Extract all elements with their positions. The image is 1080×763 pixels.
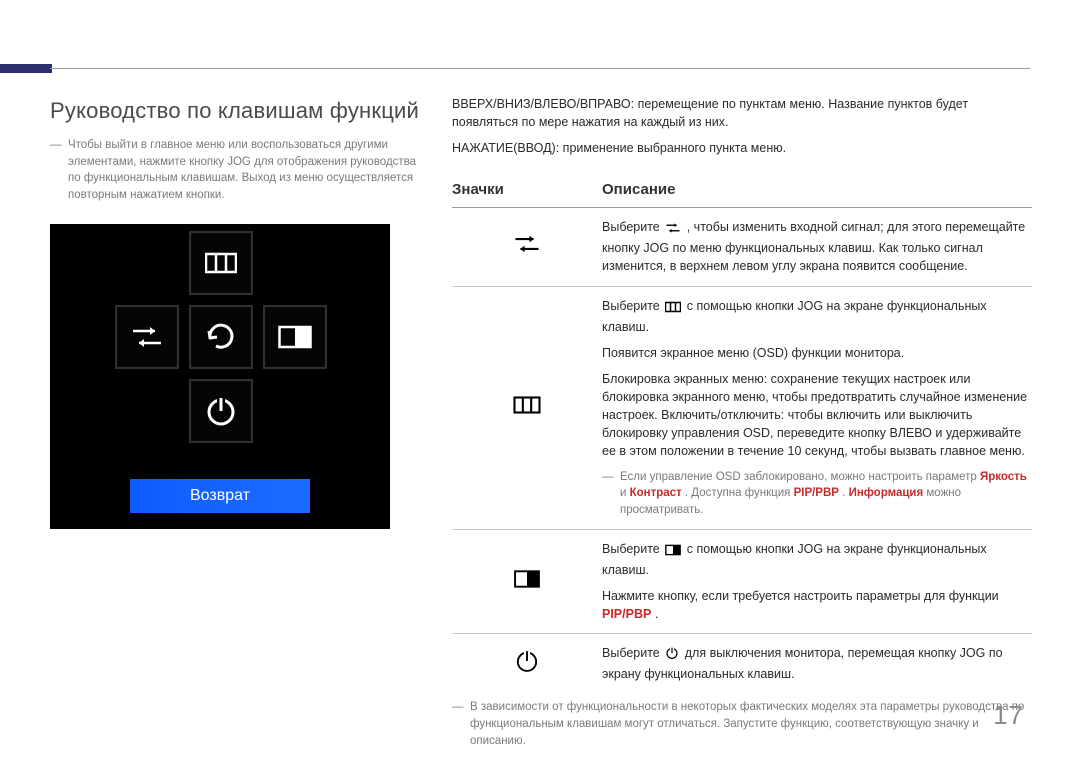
enter-description: НАЖАТИЕ(ВВОД): применение выбранного пун…: [452, 139, 1032, 157]
intro-note: Чтобы выйти в главное меню или воспользо…: [50, 137, 420, 204]
text: Выберите: [602, 646, 663, 660]
right-column: ВВЕРХ/ВНИЗ/ВЛЕВО/ВПРАВО: перемещение по …: [452, 95, 1032, 749]
osd-return-bar[interactable]: Возврат: [130, 479, 310, 513]
power-icon: [514, 648, 540, 679]
col-header-desc: Описание: [602, 179, 1032, 201]
row-source-desc: Выберите , чтобы изменить входной сигнал…: [602, 218, 1032, 275]
col-header-icon: Значки: [452, 179, 602, 201]
table-header: Значки Описание: [452, 173, 1032, 208]
source-icon-inline: [665, 221, 681, 239]
return-icon: [204, 320, 238, 354]
osd-cell-source[interactable]: [115, 305, 179, 369]
row-power-desc: Выберите для выключения монитора, переме…: [602, 644, 1032, 683]
osd-return-label: Возврат: [190, 484, 250, 507]
text: .: [655, 607, 658, 621]
source-icon: [130, 324, 164, 350]
text: Выберите: [602, 220, 663, 234]
row-pip-icon-cell: [452, 569, 602, 594]
icon-table: Значки Описание: [452, 173, 1032, 693]
left-column: Руководство по клавишам функций Чтобы вы…: [50, 95, 420, 529]
menu-icon-inline: [665, 300, 681, 318]
top-rule: [50, 68, 1030, 69]
page-title: Руководство по клавишам функций: [50, 95, 420, 127]
text-brightness: Яркость: [980, 471, 1027, 483]
menu-icon: [205, 251, 237, 275]
text: Блокировка экранных меню: сохранение тек…: [602, 370, 1032, 461]
row-source: Выберите , чтобы изменить входной сигнал…: [452, 208, 1032, 286]
text: и: [620, 487, 630, 499]
accent-bar: [0, 64, 52, 73]
text: . Доступна функция: [685, 487, 794, 499]
text-contrast: Контраст: [630, 487, 682, 499]
nav-description: ВВЕРХ/ВНИЗ/ВЛЕВО/ВПРАВО: перемещение по …: [452, 95, 1032, 131]
text: Появится экранное меню (OSD) функции мон…: [602, 344, 1032, 362]
text: Если управление OSD заблокировано, можно…: [620, 471, 980, 483]
row-source-icon-cell: [452, 233, 602, 260]
text-pip: PIP/PBP: [794, 487, 839, 499]
row-menu-icon-cell: [452, 395, 602, 420]
pip-icon-inline: [665, 543, 681, 561]
row-menu-desc: Выберите с помощью кнопки JOG на экране …: [602, 297, 1032, 519]
page-number: 17: [993, 697, 1024, 735]
osd-cell-return[interactable]: [189, 305, 253, 369]
text-pip: PIP/PBP: [602, 607, 651, 621]
row-power: Выберите для выключения монитора, переме…: [452, 634, 1032, 693]
pip-icon: [278, 324, 312, 350]
power-icon: [204, 394, 238, 428]
osd-cell-pip[interactable]: [263, 305, 327, 369]
row-pip: Выберите с помощью кнопки JOG на экране …: [452, 530, 1032, 635]
row-pip-desc: Выберите с помощью кнопки JOG на экране …: [602, 540, 1032, 624]
osd-panel: Возврат: [50, 224, 390, 529]
text: Выберите: [602, 542, 663, 556]
row-menu: Выберите с помощью кнопки JOG на экране …: [452, 287, 1032, 530]
footer-note: В зависимости от функциональности в неко…: [452, 699, 1032, 749]
osd-cell-menu[interactable]: [189, 231, 253, 295]
source-icon: [513, 233, 541, 260]
row-power-icon-cell: [452, 648, 602, 679]
text: Выберите: [602, 299, 663, 313]
page: Руководство по клавишам функций Чтобы вы…: [0, 0, 1080, 763]
text: Нажмите кнопку, если требуется настроить…: [602, 589, 999, 603]
power-icon-inline: [665, 646, 679, 665]
menu-icon: [513, 395, 541, 420]
pip-icon: [513, 569, 541, 594]
row-menu-note: Если управление OSD заблокировано, можно…: [602, 469, 1032, 519]
text-info: Информация: [849, 487, 924, 499]
osd-cell-power[interactable]: [189, 379, 253, 443]
